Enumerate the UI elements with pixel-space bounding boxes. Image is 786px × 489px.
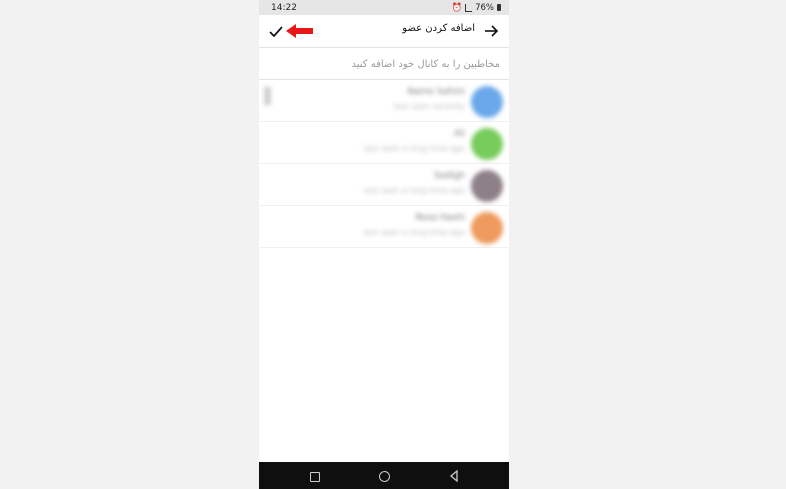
red-pointer-arrow-icon [286, 24, 313, 38]
avatar [471, 128, 503, 160]
list-item[interactable]: Sadigh last seen a long time ago [259, 164, 509, 206]
contact-name: Sadigh [434, 171, 465, 181]
battery-percent: 76% [475, 2, 494, 13]
back-triangle-icon[interactable] [449, 470, 459, 482]
recent-apps-icon[interactable] [310, 472, 320, 482]
system-nav-bar [259, 462, 509, 489]
contact-name: Reza Hashi [415, 213, 465, 223]
selection-marker [264, 87, 271, 105]
signal-icon [465, 3, 473, 12]
checkmark-icon[interactable] [268, 24, 284, 40]
avatar [471, 86, 503, 118]
contact-status: last seen recently [393, 102, 465, 111]
contact-status: last seen a long time ago [363, 144, 465, 153]
list-item[interactable]: Ali last seen a long time ago [259, 122, 509, 164]
contact-status: last seen a long time ago [363, 186, 465, 195]
list-item[interactable]: Reza Hashi last seen a long time ago [259, 206, 509, 248]
avatar [471, 212, 503, 244]
arrow-right-icon[interactable] [481, 21, 501, 41]
contact-list: Name Sahim last seen recently Ali last s… [259, 80, 509, 248]
phone-screen: 14:22 ⏰ 76% اضافه کردن عضو Name Sahim la… [259, 0, 509, 489]
search-bar [259, 48, 509, 80]
home-icon[interactable] [379, 471, 390, 482]
contact-name: Name Sahim [407, 87, 465, 97]
status-time: 14:22 [271, 2, 297, 13]
page-title: اضافه کردن عضو [402, 23, 475, 34]
search-input[interactable] [270, 56, 500, 72]
list-item[interactable]: Name Sahim last seen recently [259, 80, 509, 122]
status-indicators: ⏰ 76% [451, 2, 501, 13]
battery-icon [497, 4, 501, 11]
alarm-icon: ⏰ [451, 2, 463, 13]
status-bar: 14:22 ⏰ 76% [259, 0, 509, 15]
avatar [471, 170, 503, 202]
contact-status: last seen a long time ago [363, 228, 465, 237]
app-bar: اضافه کردن عضو [259, 15, 509, 48]
contact-name: Ali [453, 129, 465, 139]
